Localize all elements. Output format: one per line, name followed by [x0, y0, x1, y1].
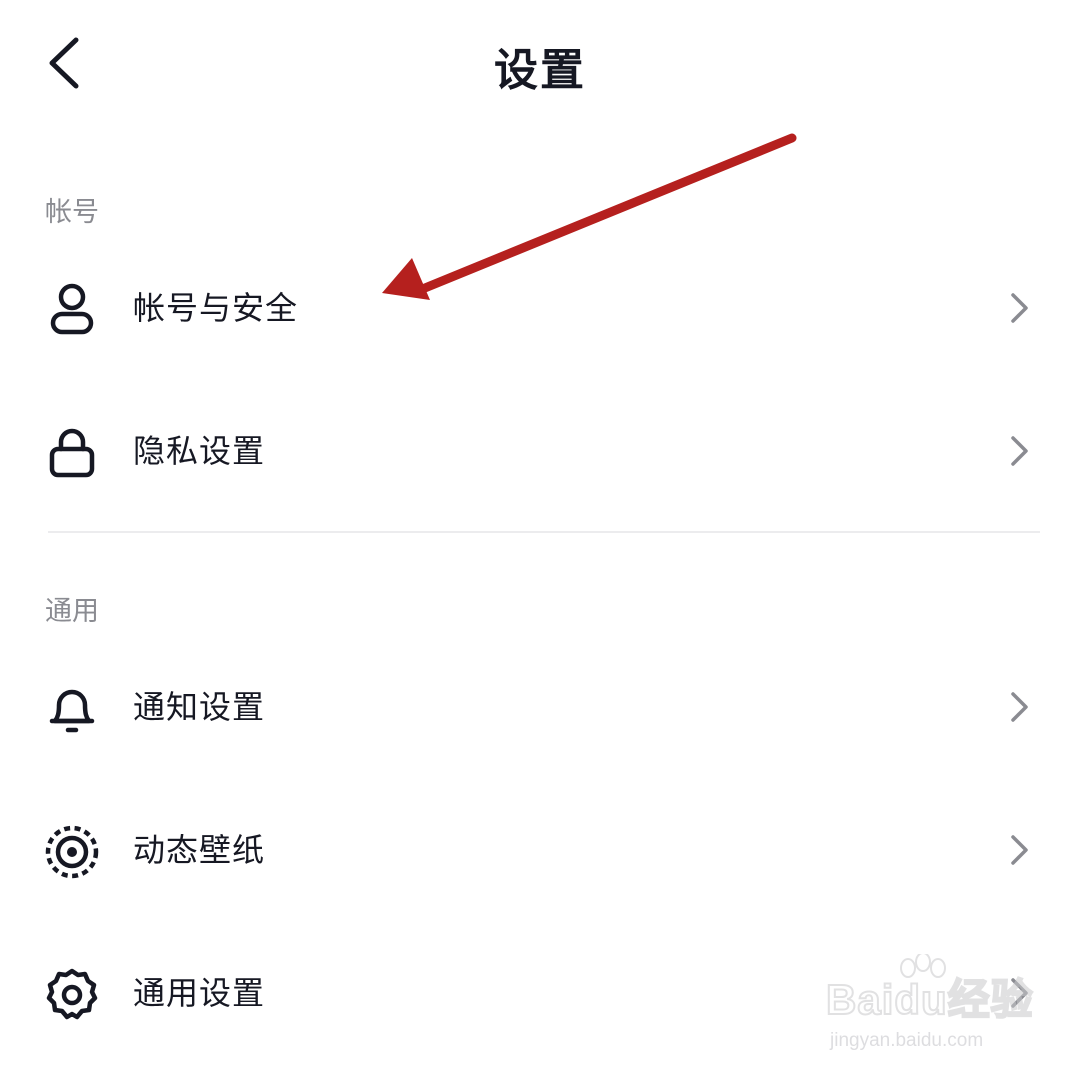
settings-item-account-security[interactable]: 帐号与安全	[0, 248, 1080, 368]
live-wallpaper-icon	[42, 822, 102, 882]
bell-icon	[42, 679, 102, 739]
settings-item-live-wallpaper[interactable]: 动态壁纸	[0, 790, 1080, 910]
chevron-right-icon	[1003, 830, 1035, 870]
top-bar: 设置	[0, 0, 1080, 130]
chevron-right-icon	[1003, 431, 1035, 471]
chevron-right-icon	[1003, 687, 1035, 727]
settings-item-label: 隐私设置	[133, 432, 266, 470]
annotation-arrow	[382, 133, 797, 300]
user-icon	[42, 280, 102, 340]
watermark: Baidu经验 jingyan.baidu.com	[825, 954, 1036, 1060]
settings-item-notifications[interactable]: 通知设置	[0, 647, 1080, 767]
gear-icon	[42, 965, 102, 1025]
lock-icon	[42, 423, 102, 483]
section-header-account: 帐号	[45, 197, 99, 228]
settings-item-label: 动态壁纸	[133, 831, 266, 869]
settings-screen: 设置 帐号 帐号与安全 隐私设置 通用 通知设置 动态壁纸 通用设置 Baidu…	[0, 0, 1080, 1080]
watermark-url: jingyan.baidu.com	[830, 1030, 984, 1051]
settings-item-privacy[interactable]: 隐私设置	[0, 391, 1080, 511]
chevron-right-icon	[1003, 288, 1035, 328]
settings-item-label: 帐号与安全	[133, 289, 299, 327]
watermark-brand: Baidu经验	[825, 975, 1034, 1024]
page-title: 设置	[494, 45, 586, 96]
section-divider	[48, 531, 1040, 533]
settings-item-label: 通用设置	[133, 974, 266, 1012]
settings-item-label: 通知设置	[133, 688, 266, 726]
section-header-general: 通用	[45, 596, 99, 627]
